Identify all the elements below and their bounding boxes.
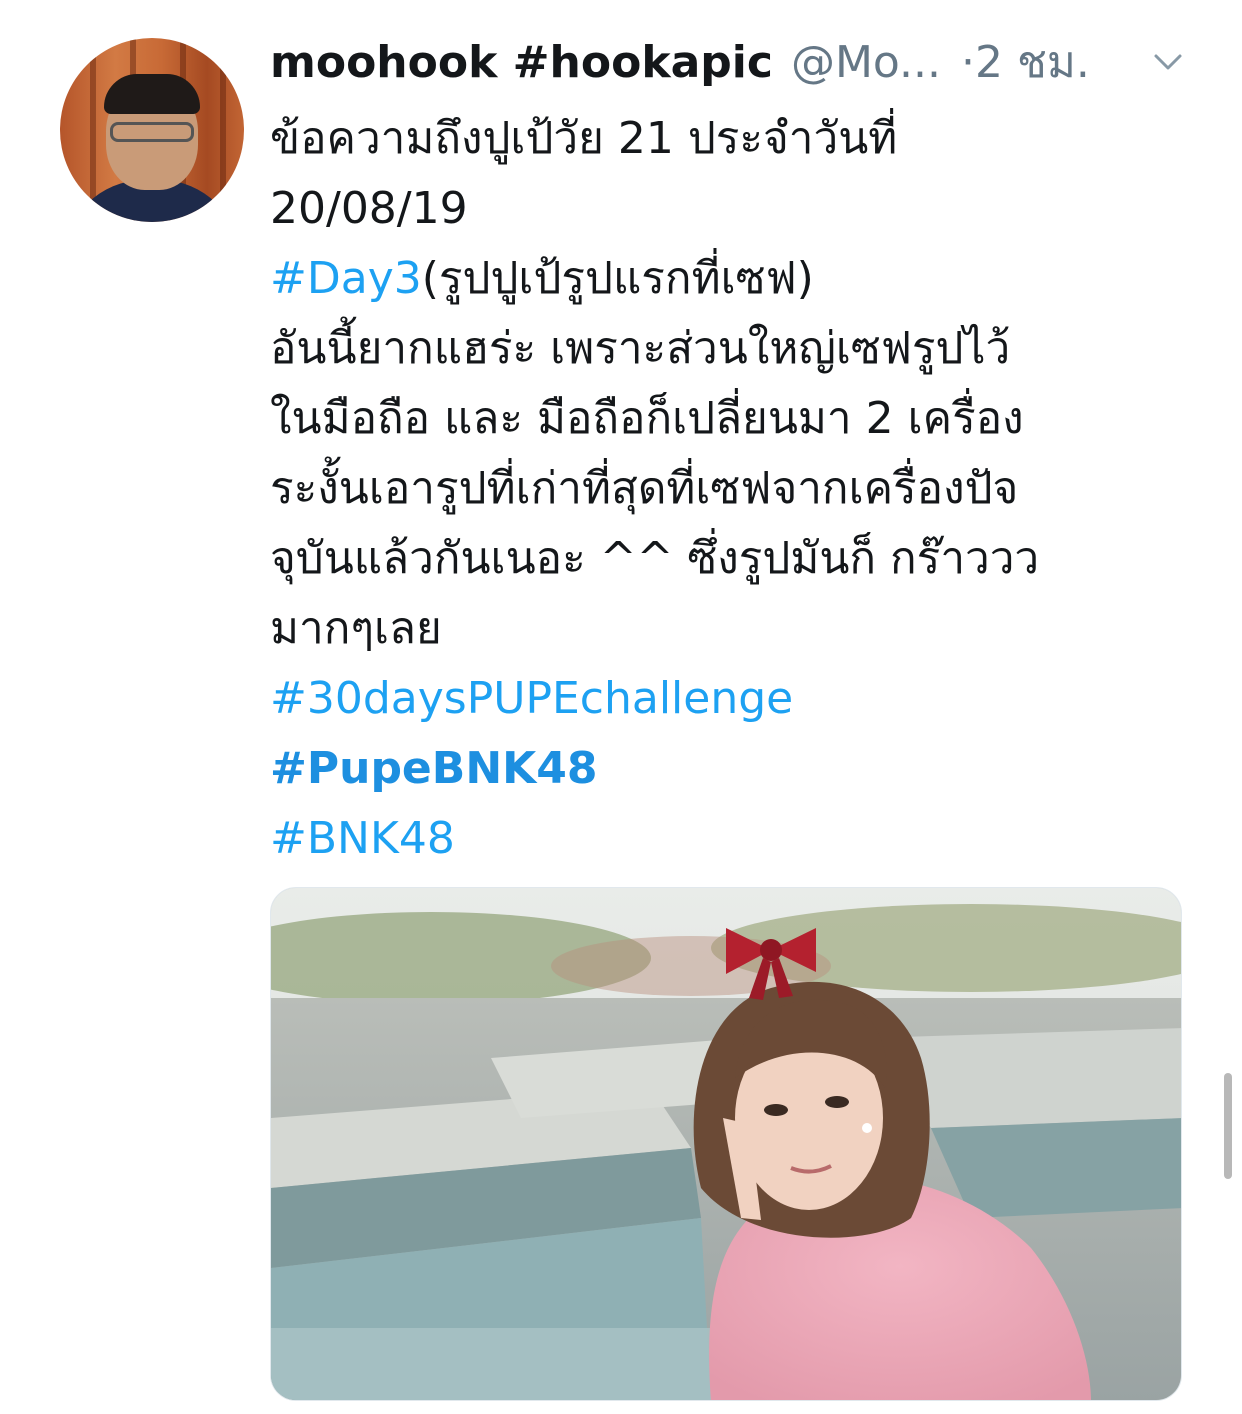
- avatar[interactable]: [60, 38, 244, 222]
- tweet-text-line: จุบันแล้วกันเนอะ ^^ ซึ่งรูปมันก็ กร๊าววว: [270, 533, 1040, 584]
- tweet-header: moohook #hookapic @Mo... ·2 ชม.: [270, 30, 1200, 96]
- tweet-text-line: #Day3(รูปปูเป้รูปแรกที่เซฟ): [270, 244, 1200, 314]
- avatar-glasses: [110, 122, 194, 142]
- tweet-text: ข้อความถึงปูเป้วัย 21 ประจำวันที่ 20/08/…: [270, 104, 1200, 874]
- tweet-text-line: มากๆเลย: [270, 603, 442, 654]
- tweet-text-line: 20/08/19: [270, 183, 468, 234]
- tweet-text-line: ระงั้นเอารูปที่เก่าที่สุดที่เซฟจากเครื่อ…: [270, 463, 1019, 514]
- avatar-hair: [104, 74, 200, 114]
- avatar-background-stripe: [220, 38, 226, 222]
- photo-image: [271, 888, 1181, 1400]
- timestamp[interactable]: ·2 ชม.: [961, 30, 1090, 96]
- attached-photo[interactable]: [270, 887, 1182, 1401]
- tweet-text-line: อันนี้ยากแฮร่ะ เพราะส่วนใหญ่เซฟรูปไว้: [270, 323, 1011, 374]
- hashtag-link[interactable]: #PupeBNK48: [270, 734, 1200, 804]
- hashtag-link[interactable]: #BNK48: [270, 804, 1200, 874]
- tweet-text-line: ข้อความถึงปูเป้วัย 21 ประจำวันที่: [270, 113, 898, 164]
- avatar-background-stripe: [90, 38, 96, 222]
- scrollbar[interactable]: [1224, 1073, 1232, 1179]
- tweet[interactable]: moohook #hookapic @Mo... ·2 ชม. ข้อความถ…: [0, 0, 1242, 1414]
- tweet-text-line: ในมือถือ และ มือถือก็เปลี่ยนมา 2 เครื่อง: [270, 393, 1024, 444]
- display-name[interactable]: moohook #hookapic: [270, 30, 773, 96]
- hashtag-link[interactable]: #30daysPUPEchallenge: [270, 664, 1200, 734]
- hashtag-link[interactable]: #Day3: [270, 253, 422, 304]
- chevron-down-icon[interactable]: [1153, 50, 1183, 74]
- tweet-text-fragment: (รูปปูเป้รูปแรกที่เซฟ): [421, 253, 814, 304]
- user-handle[interactable]: @Mo...: [791, 30, 941, 96]
